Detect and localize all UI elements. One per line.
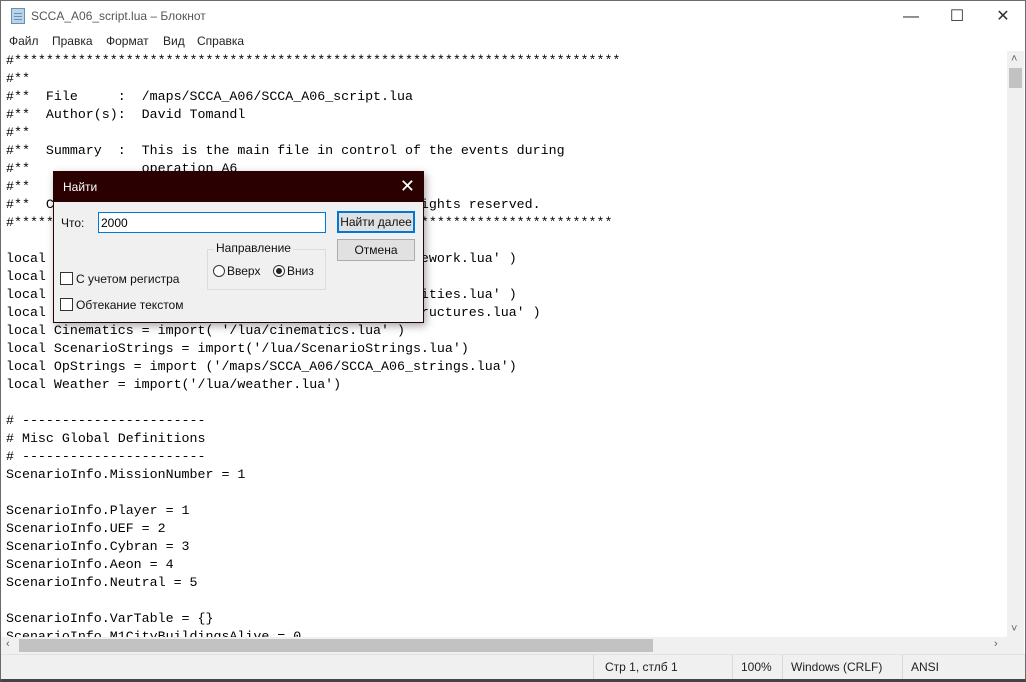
text-line: ScenarioInfo.UEF = 2 <box>6 521 166 536</box>
text-line: ScenarioInfo.M1CityBuildingsAlive = 0 <box>6 629 302 637</box>
maximize-button[interactable]: ☐ <box>934 1 980 32</box>
wrap-checkbox[interactable]: Обтекание текстом <box>60 298 183 312</box>
text-line: local Weather = import('/lua/weather.lua… <box>6 377 342 392</box>
radio-on-icon <box>273 265 285 277</box>
text-line: local ScenarioStrings = import('/lua/Sce… <box>6 341 469 356</box>
find-dialog-title: Найти <box>63 180 98 194</box>
find-dialog: Найти ✕ Что: 2000 Найти далее Отмена Нап… <box>53 171 424 323</box>
checkbox-icon <box>60 272 73 285</box>
text-line: local OpStrings = import ('/maps/SCCA_A0… <box>6 359 517 374</box>
find-next-button[interactable]: Найти далее <box>337 211 415 233</box>
notepad-window: SCCA_A06_script.lua – Блокнот — ☐ ✕ Файл… <box>0 0 1026 682</box>
text-line: local <box>6 269 46 284</box>
divider <box>782 655 783 679</box>
direction-group: Направление Вверх Вниз <box>207 241 326 290</box>
text-line: #** <box>6 125 30 140</box>
minimize-button[interactable]: — <box>888 1 934 32</box>
line-ending: Windows (CRLF) <box>791 660 883 674</box>
text-line: ScenarioInfo.VarTable = {} <box>6 611 214 626</box>
menu-format[interactable]: Формат <box>106 34 149 48</box>
text-line: #** <box>6 179 30 194</box>
text-line: ScenarioInfo.MissionNumber = 1 <box>6 467 246 482</box>
divider <box>902 655 903 679</box>
menu-help[interactable]: Справка <box>197 34 244 48</box>
text-line: #***************************************… <box>6 53 621 68</box>
window-title: SCCA_A06_script.lua – Блокнот <box>31 9 206 23</box>
find-what-label: Что: <box>61 216 85 230</box>
match-case-checkbox[interactable]: С учетом регистра <box>60 272 179 286</box>
wrap-label: Обтекание текстом <box>76 298 184 312</box>
scroll-down-icon[interactable]: ˅ <box>1011 623 1017 635</box>
scrollbar-corner <box>1007 637 1024 654</box>
close-icon[interactable]: ✕ <box>400 176 415 197</box>
text-editor[interactable]: #***************************************… <box>1 51 1007 637</box>
direction-down-radio[interactable]: Вниз <box>273 264 314 278</box>
direction-label: Направление <box>214 241 293 255</box>
direction-up-radio[interactable]: Вверх <box>213 264 260 278</box>
divider <box>593 655 594 679</box>
scroll-right-icon[interactable]: › <box>994 638 998 650</box>
title-bar: SCCA_A06_script.lua – Блокнот — ☐ ✕ <box>1 1 1025 32</box>
notepad-icon <box>11 8 25 24</box>
vertical-scroll-thumb[interactable] <box>1009 68 1022 88</box>
cancel-button[interactable]: Отмена <box>337 239 415 261</box>
checkbox-icon <box>60 298 73 311</box>
text-line: ScenarioInfo.Neutral = 5 <box>6 575 198 590</box>
text-line: ScenarioInfo.Player = 1 <box>6 503 190 518</box>
horizontal-scroll-thumb[interactable] <box>19 639 653 652</box>
divider <box>732 655 733 679</box>
scroll-left-icon[interactable]: ‹ <box>6 638 10 650</box>
direction-down-label: Вниз <box>287 264 314 278</box>
text-line: # ----------------------- <box>6 449 206 464</box>
text-line: local Cinematics = import( '/lua/cinemat… <box>6 323 405 338</box>
match-case-label: С учетом регистра <box>76 272 180 286</box>
vertical-scrollbar[interactable]: ˄ ˅ <box>1007 51 1024 637</box>
encoding: ANSI <box>911 660 940 674</box>
zoom-level: 100% <box>741 660 772 674</box>
close-button[interactable]: ✕ <box>980 1 1026 32</box>
radio-off-icon <box>213 265 225 277</box>
cursor-position: Стр 1, стлб 1 <box>605 660 678 674</box>
text-line: #** <box>6 71 30 86</box>
scroll-up-icon[interactable]: ˄ <box>1011 53 1017 65</box>
menu-edit[interactable]: Правка <box>52 34 93 48</box>
text-line: #** File : /maps/SCCA_A06/SCCA_A06_scrip… <box>6 89 413 104</box>
find-dialog-title-bar[interactable]: Найти ✕ <box>54 172 423 202</box>
horizontal-scrollbar[interactable]: ‹ › <box>1 637 1007 654</box>
text-line: #** Summary : This is the main file in c… <box>6 143 565 158</box>
find-what-input[interactable]: 2000 <box>98 212 326 233</box>
menu-view[interactable]: Вид <box>163 34 185 48</box>
text-line: # ----------------------- <box>6 413 206 428</box>
direction-up-label: Вверх <box>227 264 261 278</box>
text-line: ScenarioInfo.Aeon = 4 <box>6 557 174 572</box>
menu-file[interactable]: Файл <box>9 34 39 48</box>
text-line: # Misc Global Definitions <box>6 431 206 446</box>
text-line: ScenarioInfo.Cybran = 3 <box>6 539 190 554</box>
text-line: #** Author(s): David Tomandl <box>6 107 246 122</box>
status-bar: Стр 1, стлб 1 100% Windows (CRLF) ANSI <box>1 654 1025 679</box>
menu-bar: Файл Правка Формат Вид Справка <box>1 32 1025 51</box>
